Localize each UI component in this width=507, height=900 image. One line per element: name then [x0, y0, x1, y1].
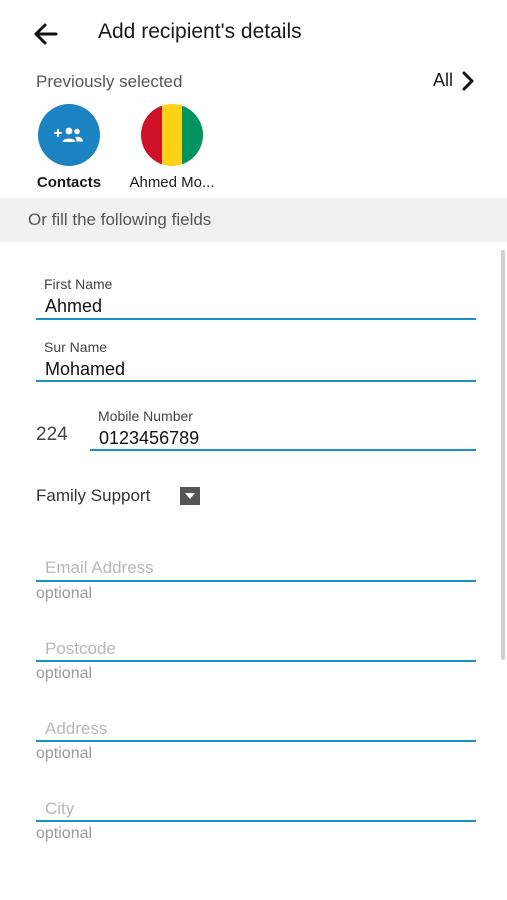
contacts-avatar — [38, 104, 100, 166]
all-label: All — [432, 70, 453, 90]
scrollbar[interactable] — [501, 250, 505, 660]
section-label: Or fill the following fields — [28, 210, 212, 229]
city-field[interactable]: City — [36, 790, 476, 822]
section-banner: Or fill the following fields — [0, 198, 507, 242]
first-name-value: Ahmed — [45, 296, 103, 316]
city-helper: optional — [36, 825, 93, 842]
app-header: Add recipient's details — [0, 0, 507, 68]
caret-down-icon — [185, 493, 195, 499]
address-helper: optional — [36, 745, 93, 762]
family-support-dropdown[interactable] — [180, 487, 200, 505]
sur-name-value: Mohamed — [45, 359, 126, 379]
first-name-field[interactable]: First Name Ahmed — [36, 274, 476, 320]
guinea-flag — [141, 104, 203, 166]
recipient-name: Ahmed Mo... — [129, 174, 215, 191]
page-title: Add recipient's details — [98, 20, 302, 43]
postcode-field[interactable]: Postcode — [36, 630, 476, 662]
mobile-number-value: 0123456789 — [99, 428, 200, 448]
sur-name-label: Sur Name — [44, 339, 108, 355]
family-support-label: Family Support — [36, 486, 151, 505]
chevron-right-icon — [462, 71, 474, 90]
add-recipient-screen: Add recipient's details Previously selec… — [0, 0, 507, 900]
back-button[interactable] — [30, 18, 62, 50]
contacts-name: Contacts — [36, 174, 102, 191]
email-field[interactable]: Email Address — [36, 550, 476, 582]
recent-recipient-item[interactable]: Ahmed Mo... — [118, 104, 226, 191]
all-link[interactable]: All — [433, 70, 475, 91]
address-field[interactable]: Address — [36, 710, 476, 742]
city-placeholder: City — [45, 799, 75, 818]
mobile-number-label: Mobile Number — [98, 408, 193, 424]
contacts-avatar-item[interactable]: Contacts — [34, 104, 104, 191]
guinea-flag-avatar — [141, 104, 203, 166]
first-name-label: First Name — [44, 276, 113, 292]
country-code[interactable]: 224 — [36, 424, 68, 446]
email-helper: optional — [36, 585, 93, 602]
email-placeholder: Email Address — [45, 558, 154, 577]
add-contacts-icon — [54, 127, 83, 142]
arrow-left-icon — [34, 23, 58, 45]
postcode-helper: optional — [36, 665, 93, 682]
address-placeholder: Address — [45, 719, 108, 738]
previously-selected-label: Previously selected — [36, 72, 183, 91]
postcode-placeholder: Postcode — [45, 639, 116, 658]
mobile-number-field[interactable]: Mobile Number 0123456789 — [90, 405, 476, 451]
sur-name-field[interactable]: Sur Name Mohamed — [36, 337, 476, 382]
